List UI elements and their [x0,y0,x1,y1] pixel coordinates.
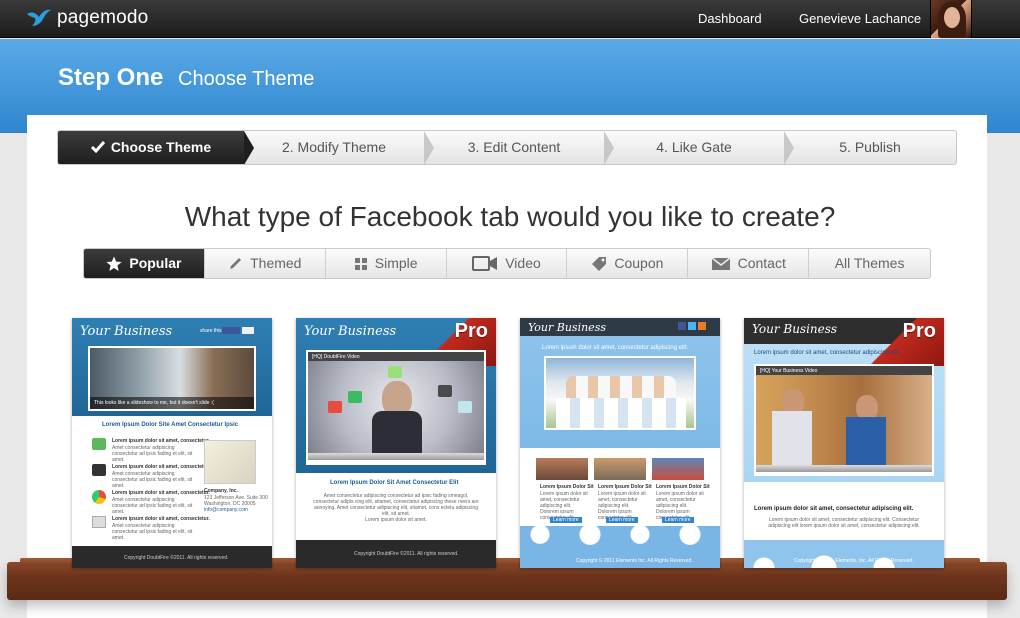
wizard-progress: Choose Theme 2. Modify Theme 3. Edit Con… [57,130,957,165]
template-video-title: [HQ] Your Business Video [760,368,818,374]
tab-simple[interactable]: Simple [326,249,447,278]
wizard-step-like-gate[interactable]: 4. Like Gate [604,131,794,164]
page-question: What type of Facebook tab would you like… [184,201,836,232]
category-tabs: Popular Themed Simple Video Coupon Conta… [83,248,931,279]
template-column-title: Lorem Ipsum Dolor Sit [540,484,594,490]
tab-contact[interactable]: Contact [688,249,810,278]
template-business-name: Your Business [528,321,606,334]
checkmark-icon [90,132,105,164]
template-heading: Lorem Ipsum Dolor Sit Amet Consectetur E… [330,480,459,486]
user-avatar[interactable] [930,0,972,38]
template-item-text: Amet consectetur adipiscing consectetur … [112,497,193,515]
bird-logo-icon [26,8,52,28]
wizard-step-label: 3. Edit Content [467,139,561,155]
template-video-image [308,361,484,453]
step-title: Step One [58,64,164,91]
pro-label: Pro [454,320,488,342]
template-card-1[interactable]: Your Business share this! This looks lik… [72,318,272,568]
tab-themed[interactable]: Themed [205,249,326,278]
template-learn-more-button: Learn more [550,517,582,523]
template-footer: Copyright DoubtFire ©2011. All rights re… [354,551,459,557]
template-item-text: Amet consectetur adipiscing consectetur … [112,445,193,463]
wizard-step-edit-content[interactable]: 3. Edit Content [424,131,614,164]
template-heading: Lorem ipsum dolor sit amet, consectetur … [754,506,914,512]
tab-coupon[interactable]: Coupon [567,249,689,278]
wizard-step-label: 2. Modify Theme [281,139,386,155]
wizard-step-label: 5. Publish [839,139,901,155]
template-company: Company, Inc. [204,488,238,494]
template-business-name: Your Business [80,324,173,339]
wizard-step-label: 4. Like Gate [656,139,732,155]
template-body: Lorem ipsum dolor sit amet. [365,517,427,523]
template-body: Lorem ipsum dolor sit amet, consectetur … [768,517,920,529]
template-learn-more-button: Learn more [662,517,694,523]
wizard-step-publish[interactable]: 5. Publish [784,131,956,164]
template-slideshow-image: This looks like a slideshow to me, but i… [88,346,256,411]
tab-label: Contact [737,255,786,271]
wizard-step-modify-theme[interactable]: 2. Modify Theme [244,131,434,164]
template-card-3[interactable]: Your Business Lorem ipsum dolor sit amet… [520,318,720,568]
grid-icon [354,257,367,270]
template-item-title: Lorem ipsum dolor sit amet, consectetur. [112,516,210,522]
tab-popular[interactable]: Popular [84,249,205,278]
template-learn-more-button: Learn more [606,517,638,523]
nav-user-name-link[interactable]: Genevieve Lachance [799,11,921,26]
pro-label: Pro [902,320,936,342]
template-heading: Lorem Ipsum Dolor Site Amet Consectetur … [102,422,239,428]
tab-label: Video [505,255,541,271]
logo-text: pagemodo [57,7,149,28]
video-controls-bar [756,465,932,472]
star-icon [106,256,122,271]
tab-video[interactable]: Video [447,249,568,278]
tab-label: Popular [129,255,182,271]
tab-label: Coupon [614,255,664,271]
template-video-image [756,375,932,465]
tab-label: Simple [374,255,418,271]
envelope-icon [711,256,731,270]
video-camera-icon [472,256,498,271]
template-video-title: [HQ] DoubtFire Video [312,354,360,360]
template-item-text: Amet consectetur adipiscing consectetur … [112,523,193,541]
top-bar: pagemodo Dashboard Genevieve Lachance [0,0,1020,38]
template-footer: Copyright © 2011, Elements, Inc. All Rig… [794,558,914,564]
template-footer: Copyright DoubtFire ©2011. All rights re… [124,555,229,561]
template-team-image [544,356,696,430]
template-body: Amet consectetur adipiscing consectetur … [313,493,479,517]
template-column-title: Lorem Ipsum Dolor Sit [656,484,710,490]
template-tagline: Lorem ipsum dolor sit amet, consectetur … [754,350,901,356]
step-subtitle: Choose Theme [178,68,315,90]
template-card-2[interactable]: Your Business Pro [HQ] DoubtFire Video L… [296,318,496,568]
wizard-step-choose-theme[interactable]: Choose Theme [58,131,254,164]
template-slide-caption: This looks like a slideshow to me, but i… [94,400,214,406]
template-card-4[interactable]: Your Business Pro Lorem ipsum dolor sit … [744,318,944,568]
pencil-icon [230,258,242,269]
tab-label: All Themes [834,255,905,271]
template-item-title: Lorem ipsum dolor sit amet, consectetur. [112,490,210,496]
template-item-text: Amet consectetur adipiscing consectetur … [112,471,193,489]
template-share-text: share this! [200,328,224,334]
nav-dashboard-link[interactable]: Dashboard [698,11,762,26]
wizard-step-label: Choose Theme [110,139,212,155]
template-email: info@company.com [204,507,248,513]
template-business-name: Your Business [304,324,397,339]
template-business-name: Your Business [752,322,838,336]
template-item-title: Lorem ipsum dolor sit amet, consectetur. [112,438,210,444]
tab-all-themes[interactable]: All Themes [809,249,930,278]
template-map-image [204,440,256,484]
tab-label: Themed [250,255,302,271]
tag-icon [592,257,607,271]
template-footer: Copyright © 2011 Elements Inc. All Right… [576,558,693,564]
template-column-title: Lorem Ipsum Dolor Sit [598,484,652,490]
template-tagline: Lorem ipsum dolor sit amet, consectetur … [542,345,689,351]
logo[interactable]: pagemodo [26,7,148,29]
video-controls-bar [308,453,484,460]
template-item-title: Lorem ipsum dolor sit amet, consectetur. [112,464,210,470]
